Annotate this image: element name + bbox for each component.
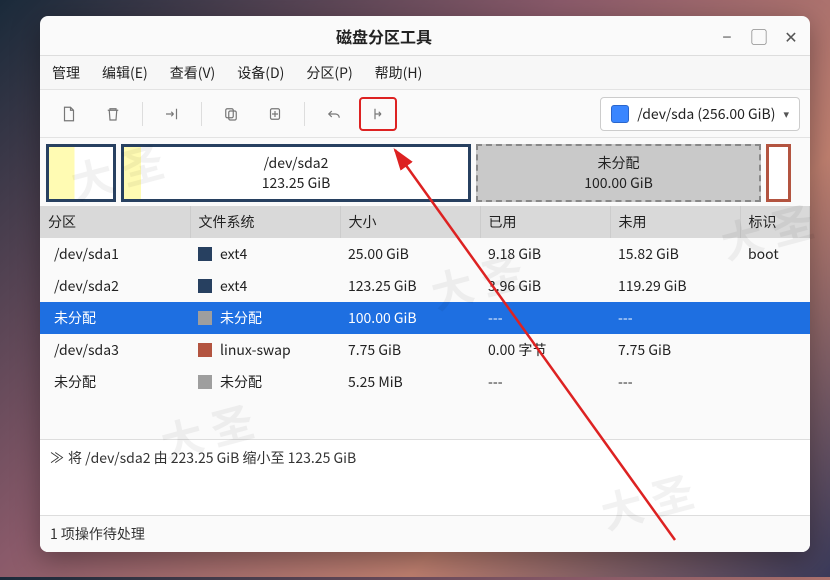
cell-partition: /dev/sda1 (40, 238, 190, 270)
maximize-button[interactable]: ▢ (750, 24, 768, 48)
cell-unused: --- (610, 366, 740, 398)
cell-size: 5.25 MiB (340, 366, 480, 398)
fs-color-icon (198, 375, 212, 389)
disk-selector[interactable]: /dev/sda (256.00 GiB) ▾ (600, 97, 800, 131)
table-row[interactable]: /dev/sda3linux-swap7.75 GiB0.00 字节7.75 G… (40, 334, 810, 366)
menu-edit[interactable]: 编辑(E) (96, 59, 154, 87)
partition-block-unallocated[interactable]: 未分配 100.00 GiB (476, 144, 761, 202)
menubar: 管理 编辑(E) 查看(V) 设备(D) 分区(P) 帮助(H) (40, 56, 810, 90)
fs-color-icon (198, 343, 212, 357)
main-window: 磁盘分区工具 − ▢ ✕ 管理 编辑(E) 查看(V) 设备(D) 分区(P) … (40, 16, 810, 552)
chevron-down-icon: ▾ (783, 106, 789, 122)
table-row[interactable]: /dev/sda1ext425.00 GiB9.18 GiB15.82 GiBb… (40, 238, 810, 270)
cell-flags: boot (740, 238, 810, 270)
toolbar: /dev/sda (256.00 GiB) ▾ (40, 90, 810, 138)
menu-help[interactable]: 帮助(H) (369, 59, 429, 87)
cell-filesystem: ext4 (190, 238, 340, 270)
partition-table: 分区 文件系统 大小 已用 未用 标识 /dev/sda1ext425.00 G… (40, 206, 810, 398)
partition-table-wrap: 分区 文件系统 大小 已用 未用 标识 /dev/sda1ext425.00 G… (40, 206, 810, 439)
cell-size: 7.75 GiB (340, 334, 480, 366)
resize-partition-button[interactable] (153, 97, 191, 131)
cell-filesystem: 未分配 (190, 302, 340, 334)
table-row[interactable]: 未分配未分配5.25 MiB------ (40, 366, 810, 398)
toolbar-separator (142, 102, 143, 126)
delete-partition-button[interactable] (94, 97, 132, 131)
cell-size: 123.25 GiB (340, 270, 480, 302)
cell-size: 25.00 GiB (340, 238, 480, 270)
col-partition[interactable]: 分区 (40, 206, 190, 238)
arrow-right-to-bar-icon (163, 105, 181, 123)
col-size[interactable]: 大小 (340, 206, 480, 238)
menu-view[interactable]: 查看(V) (164, 59, 222, 87)
cell-filesystem: 未分配 (190, 366, 340, 398)
statusbar-text: 1 项操作待处理 (50, 524, 145, 544)
col-flags[interactable]: 标识 (740, 206, 810, 238)
cell-unused: 119.29 GiB (610, 270, 740, 302)
cell-used: 0.00 字节 (480, 334, 610, 366)
col-filesystem[interactable]: 文件系统 (190, 206, 340, 238)
partition-block-label: 未分配 (598, 153, 640, 173)
disk-icon (611, 105, 629, 123)
menu-manage[interactable]: 管理 (46, 59, 86, 87)
fs-color-icon (198, 311, 212, 325)
cell-unused: 7.75 GiB (610, 334, 740, 366)
paste-partition-button[interactable] (256, 97, 294, 131)
cell-unused: --- (610, 302, 740, 334)
cell-partition: /dev/sda2 (40, 270, 190, 302)
operation-log: ≫ 将 /dev/sda2 由 223.25 GiB 缩小至 123.25 Gi… (40, 439, 810, 515)
paste-icon (266, 105, 284, 123)
copy-partition-button[interactable] (212, 97, 250, 131)
col-used[interactable]: 已用 (480, 206, 610, 238)
cell-used: 9.18 GiB (480, 238, 610, 270)
partition-block-sda3[interactable] (766, 144, 791, 202)
cell-partition: /dev/sda3 (40, 334, 190, 366)
toolbar-separator (201, 102, 202, 126)
cell-used: 3.96 GiB (480, 270, 610, 302)
table-row[interactable]: /dev/sda2ext4123.25 GiB3.96 GiB119.29 Gi… (40, 270, 810, 302)
new-file-icon (60, 105, 78, 123)
cell-unused: 15.82 GiB (610, 238, 740, 270)
cell-flags (740, 334, 810, 366)
log-arrow-icon: ≫ (50, 448, 64, 468)
minimize-button[interactable]: − (718, 24, 736, 48)
toolbar-separator (304, 102, 305, 126)
window-title: 磁盘分区工具 (50, 24, 718, 48)
table-row[interactable]: 未分配未分配100.00 GiB------ (40, 302, 810, 334)
partition-block-size: 100.00 GiB (584, 173, 653, 193)
table-header-row: 分区 文件系统 大小 已用 未用 标识 (40, 206, 810, 238)
cell-partition: 未分配 (40, 302, 190, 334)
trash-icon (104, 105, 122, 123)
partition-map: /dev/sda2 123.25 GiB 未分配 100.00 GiB (40, 138, 810, 206)
apply-button[interactable] (359, 97, 397, 131)
menu-device[interactable]: 设备(D) (231, 59, 290, 87)
cell-used: --- (480, 302, 610, 334)
log-entry: 将 /dev/sda2 由 223.25 GiB 缩小至 123.25 GiB (68, 448, 356, 468)
disk-selector-label: /dev/sda (256.00 GiB) (637, 104, 775, 124)
partition-block-size: 123.25 GiB (262, 173, 331, 193)
fs-color-icon (198, 279, 212, 293)
close-button[interactable]: ✕ (782, 24, 800, 48)
undo-button[interactable] (315, 97, 353, 131)
cell-used: --- (480, 366, 610, 398)
partition-block-sda1[interactable] (46, 144, 116, 202)
partition-block-label: /dev/sda2 (264, 153, 329, 173)
cell-size: 100.00 GiB (340, 302, 480, 334)
cell-filesystem: ext4 (190, 270, 340, 302)
window-controls: − ▢ ✕ (718, 24, 800, 48)
fs-color-icon (198, 247, 212, 261)
titlebar: 磁盘分区工具 − ▢ ✕ (40, 16, 810, 56)
partition-block-sda2[interactable]: /dev/sda2 123.25 GiB (121, 144, 471, 202)
undo-icon (325, 105, 343, 123)
cell-partition: 未分配 (40, 366, 190, 398)
statusbar: 1 项操作待处理 (40, 515, 810, 552)
apply-icon (369, 105, 387, 123)
col-unused[interactable]: 未用 (610, 206, 740, 238)
menu-partition[interactable]: 分区(P) (300, 59, 358, 87)
cell-filesystem: linux-swap (190, 334, 340, 366)
cell-flags (740, 366, 810, 398)
copy-icon (222, 105, 240, 123)
cell-flags (740, 302, 810, 334)
cell-flags (740, 270, 810, 302)
new-partition-button[interactable] (50, 97, 88, 131)
